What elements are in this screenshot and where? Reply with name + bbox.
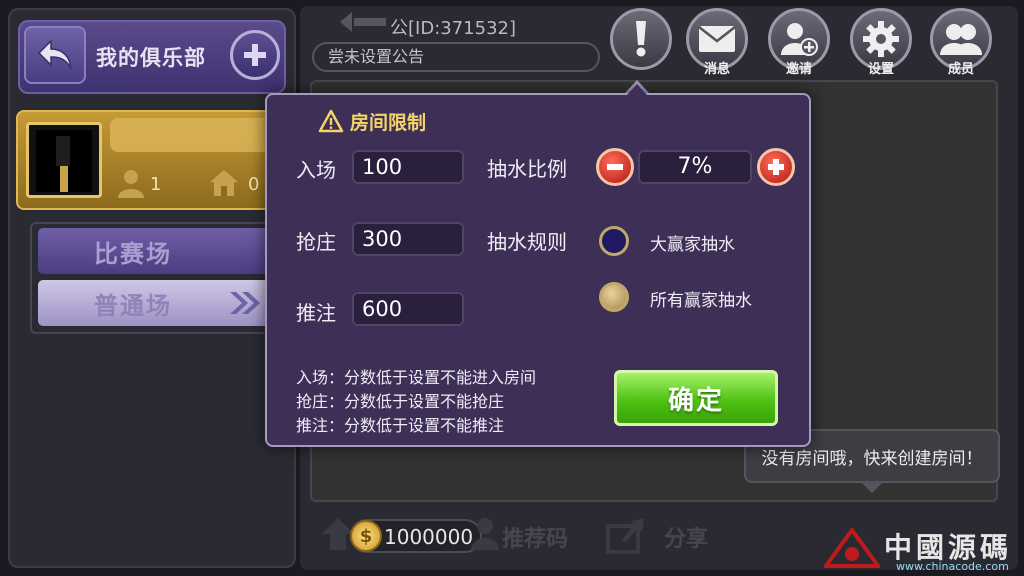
entry-label: 入场 xyxy=(296,158,336,182)
minus-icon xyxy=(607,164,623,170)
share-icon xyxy=(604,512,648,556)
coin-value: 1000000 xyxy=(384,525,474,549)
watermark-logo-icon xyxy=(822,526,882,568)
rule-option-all-winners-label[interactable]: 所有赢家抽水 xyxy=(650,286,790,311)
note-line: 入场：分数低于设置不能进入房间 xyxy=(296,368,537,387)
confirm-button[interactable]: 确定 xyxy=(614,370,778,426)
envelope-icon xyxy=(698,26,736,52)
bet-label: 推注 xyxy=(296,301,336,325)
double-chevron-icon xyxy=(228,290,262,316)
plus-icon xyxy=(768,159,784,175)
watermark-url: www.chinacode.com xyxy=(896,560,1009,573)
exclamation-icon xyxy=(636,21,646,57)
rule-option-big-winner-radio[interactable] xyxy=(599,226,629,256)
bet-input[interactable]: 600 xyxy=(352,292,464,326)
back-button[interactable] xyxy=(24,26,86,84)
share-button[interactable]: 分享 xyxy=(664,521,724,552)
ratio-minus-button[interactable] xyxy=(596,148,634,186)
speech-tail xyxy=(860,481,884,493)
notice-bar[interactable]: 尝未设置公告 xyxy=(312,42,600,72)
ratio-label: 抽水比例 xyxy=(487,157,567,181)
rule-option-all-winners-radio[interactable] xyxy=(599,282,629,312)
member-icon xyxy=(116,168,146,198)
watermark-text: 中國源碼 xyxy=(884,531,1013,564)
dialog-title: 房间限制 xyxy=(318,108,498,134)
members-label: 成员 xyxy=(947,62,974,77)
ratio-plus-button[interactable] xyxy=(757,148,795,186)
members-icon xyxy=(940,24,982,55)
room-icon xyxy=(208,168,240,198)
club-id: 公[ID:371532] xyxy=(390,18,516,39)
settings-label: 设置 xyxy=(867,62,894,77)
member-count: 1 xyxy=(150,174,162,195)
club-title: 我的俱乐部 xyxy=(96,46,206,70)
banker-label: 抢庄 xyxy=(296,230,336,254)
plus-icon xyxy=(244,44,266,66)
notice-button[interactable] xyxy=(610,8,672,70)
ratio-value: 7% xyxy=(638,150,752,184)
add-club-button[interactable] xyxy=(230,30,280,80)
club-logo-icon xyxy=(336,8,388,36)
note-line: 抢庄：分数低于设置不能抢庄 xyxy=(296,392,505,411)
coin-icon: $ xyxy=(350,520,382,552)
warning-icon xyxy=(318,109,344,133)
rule-label: 抽水规则 xyxy=(487,230,567,254)
avatar-image xyxy=(36,130,92,192)
invite-label: 邀请 xyxy=(785,62,812,77)
match-mode-button[interactable]: 比赛场 xyxy=(38,228,296,274)
modal-pointer-inner xyxy=(627,84,647,95)
gear-icon xyxy=(863,21,899,57)
note-line: 推注：分数低于设置不能推注 xyxy=(296,416,505,435)
message-label: 消息 xyxy=(703,62,730,77)
recommend-code-button[interactable]: 推荐码 xyxy=(502,521,582,552)
rule-option-big-winner-label[interactable]: 大赢家抽水 xyxy=(650,230,770,255)
back-arrow-icon xyxy=(37,39,72,70)
entry-input[interactable]: 100 xyxy=(352,150,464,184)
dialog-title-text: 房间限制 xyxy=(350,111,427,134)
recommend-icon xyxy=(470,516,500,552)
banker-input[interactable]: 300 xyxy=(352,222,464,256)
add-user-icon xyxy=(781,23,818,56)
